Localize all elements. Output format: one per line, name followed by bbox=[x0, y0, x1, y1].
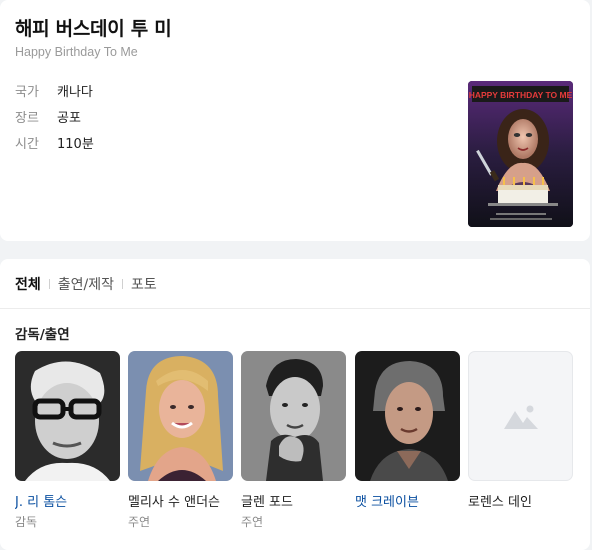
person-photo-placeholder[interactable] bbox=[468, 351, 573, 481]
image-placeholder-icon bbox=[503, 405, 538, 429]
info-value: 캐나다 bbox=[57, 84, 93, 100]
tab-separator bbox=[122, 279, 124, 289]
person-photo-image bbox=[15, 351, 120, 481]
person-role: 주연 bbox=[241, 515, 264, 529]
person-card[interactable]: 멜리사 수 앤더슨 주연 bbox=[128, 351, 233, 530]
content-tabs: 전체 출연/제작 포토 bbox=[15, 274, 157, 294]
info-value: 공포 bbox=[57, 110, 81, 126]
info-row-runtime: 시간 110분 bbox=[15, 132, 94, 152]
person-photo[interactable] bbox=[15, 351, 120, 481]
person-photo[interactable] bbox=[355, 351, 460, 481]
info-row-country: 국가 캐나다 bbox=[15, 80, 93, 100]
person-card[interactable]: J. 리 톰슨 감독 bbox=[15, 351, 120, 530]
cast-section-heading: 감독/출연 bbox=[15, 327, 70, 343]
person-name[interactable]: 멜리사 수 앤더슨 bbox=[128, 491, 233, 510]
poster-title-text: HAPPY BIRTHDAY TO ME bbox=[469, 90, 573, 100]
tab-cast-crew[interactable]: 출연/제작 bbox=[58, 274, 114, 294]
movie-original-title: Happy Birthday To Me bbox=[15, 45, 138, 59]
tab-all[interactable]: 전체 bbox=[15, 274, 41, 294]
info-value: 110분 bbox=[57, 136, 94, 152]
person-card[interactable]: 글렌 포드 주연 bbox=[241, 351, 346, 530]
person-name[interactable]: 맷 크레이븐 bbox=[355, 491, 460, 510]
person-name[interactable]: J. 리 톰슨 bbox=[15, 491, 120, 510]
movie-poster[interactable]: HAPPY BIRTHDAY TO ME bbox=[468, 81, 573, 227]
tab-photos[interactable]: 포토 bbox=[131, 274, 157, 294]
person-photo-image bbox=[355, 351, 460, 481]
person-role: 주연 bbox=[128, 515, 151, 529]
info-key: 시간 bbox=[15, 136, 39, 152]
person-card[interactable]: 맷 크레이븐 bbox=[355, 351, 460, 513]
person-role: 감독 bbox=[15, 515, 38, 529]
person-name[interactable]: 로렌스 데인 bbox=[468, 491, 573, 510]
info-row-genre: 장르 공포 bbox=[15, 106, 81, 126]
person-photo[interactable] bbox=[241, 351, 346, 481]
poster-image: HAPPY BIRTHDAY TO ME bbox=[468, 81, 573, 227]
person-name[interactable]: 글렌 포드 bbox=[241, 491, 346, 510]
movie-title[interactable]: 해피 버스데이 투 미 bbox=[15, 14, 172, 41]
person-photo[interactable] bbox=[128, 351, 233, 481]
person-card[interactable]: 로렌스 데인 bbox=[468, 351, 573, 513]
info-key: 장르 bbox=[15, 110, 39, 126]
tab-separator bbox=[48, 279, 50, 289]
person-photo-image bbox=[241, 351, 346, 481]
movie-info-card: 해피 버스데이 투 미 Happy Birthday To Me 국가 캐나다 … bbox=[0, 0, 590, 241]
info-key: 국가 bbox=[15, 84, 39, 100]
person-photo-image bbox=[128, 351, 233, 481]
tabs-divider bbox=[0, 308, 590, 309]
